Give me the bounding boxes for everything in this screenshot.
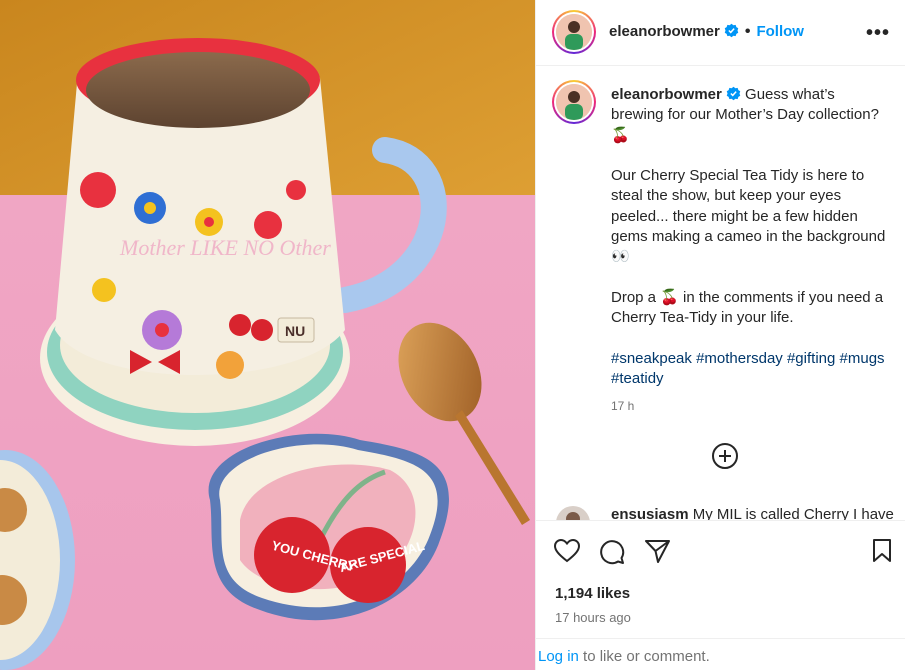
- login-prompt: Log in to like or comment.: [536, 638, 905, 670]
- hashtag-link[interactable]: #teatidy: [611, 370, 664, 387]
- comment-bubble-icon[interactable]: [599, 539, 625, 565]
- share-paper-plane-icon[interactable]: [645, 539, 670, 563]
- post-image[interactable]: NU Mother LIKE NO Other YOU CHERRY ARE S…: [0, 0, 535, 670]
- save-bookmark-icon[interactable]: [872, 539, 892, 563]
- post-sidebar: eleanorbowmer • Follow ••• eleanorbowmer G…: [535, 0, 905, 670]
- caption-paragraph-2: Our Cherry Special Tea Tidy is here to s…: [611, 167, 886, 266]
- hashtag-link[interactable]: #gifting: [787, 350, 835, 367]
- commenter-avatar[interactable]: [556, 506, 590, 520]
- follow-button[interactable]: Follow: [756, 23, 804, 40]
- commenter-username[interactable]: ensusiasm: [611, 506, 689, 520]
- more-options-icon[interactable]: •••: [866, 22, 890, 45]
- comment-row: ensusiasm My MIL is called Cherry I have: [536, 500, 905, 520]
- caption-paragraph-3: Drop a 🍒 in the comments if you need a C…: [611, 288, 884, 327]
- verified-badge-icon: [724, 23, 739, 38]
- verified-badge-icon: [726, 86, 741, 101]
- caption-username-link[interactable]: eleanorbowmer: [611, 86, 722, 103]
- separator-dot: •: [744, 23, 751, 40]
- action-bar: 1,194 likes 17 hours ago: [536, 520, 905, 638]
- login-rest-text: to like or comment.: [578, 648, 710, 665]
- like-heart-icon[interactable]: [554, 539, 580, 563]
- caption-avatar[interactable]: [552, 80, 596, 124]
- load-more-comments-icon[interactable]: [711, 442, 739, 470]
- svg-text:NU: NU: [285, 323, 305, 339]
- caption-timestamp: 17 h: [611, 399, 635, 413]
- username-link[interactable]: eleanorbowmer: [609, 23, 720, 40]
- likes-count[interactable]: 1,194 likes: [555, 585, 630, 602]
- post-timestamp: 17 hours ago: [555, 610, 631, 625]
- comment-text: My MIL is called Cherry I have: [688, 506, 894, 520]
- post-header: eleanorbowmer • Follow •••: [536, 0, 905, 66]
- hashtags: #sneakpeak #mothersday #gifting #mugs #t…: [611, 349, 891, 390]
- svg-text:Mother LIKE NO Other: Mother LIKE NO Other: [119, 235, 331, 260]
- avatar[interactable]: [552, 10, 596, 54]
- hashtag-link[interactable]: #sneakpeak: [611, 350, 692, 367]
- hashtag-link[interactable]: #mothersday: [696, 350, 783, 367]
- login-link[interactable]: Log in: [538, 648, 579, 665]
- post-caption: eleanorbowmer Guess what’s brewing for o…: [611, 85, 891, 389]
- hashtag-link[interactable]: #mugs: [840, 350, 885, 367]
